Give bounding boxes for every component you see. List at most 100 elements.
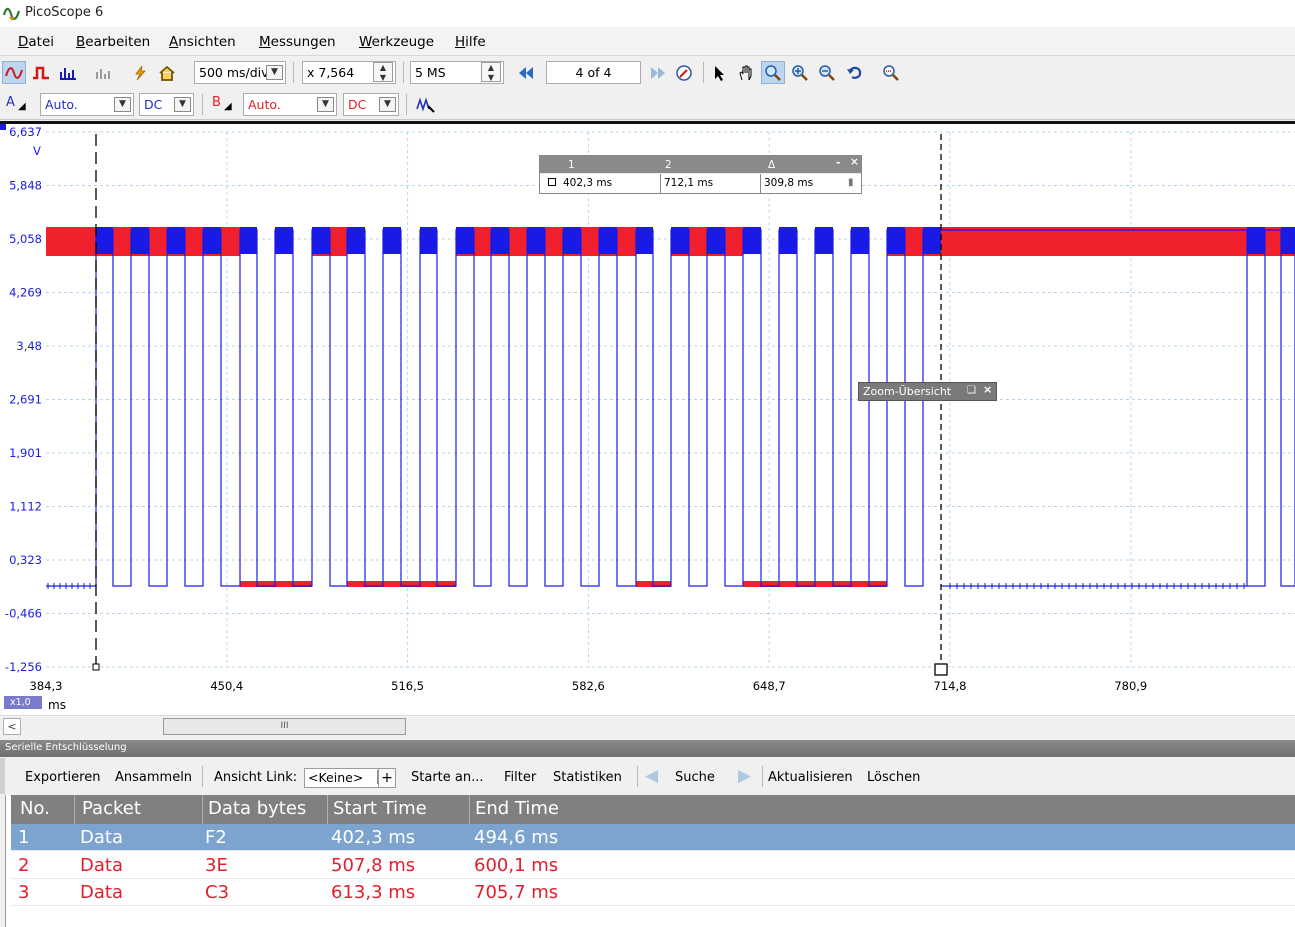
refresh-button[interactable]: Aktualisieren [768, 770, 853, 785]
y-tick-label: 3,48 [16, 339, 42, 353]
channel-options-icon[interactable] [414, 93, 438, 116]
channel-a-range-select[interactable]: Auto. ▼ [40, 93, 134, 116]
channel-b-coupling-select[interactable]: DC ▼ [343, 93, 399, 116]
add-link-button[interactable]: + [378, 768, 396, 788]
channel-a-block [347, 227, 365, 254]
x-zoom-badge[interactable]: x1,0 [4, 696, 42, 709]
samples-input[interactable]: 5 MS ▲ ▼ [410, 61, 504, 84]
search-prev-icon[interactable]: ◀ [645, 766, 658, 786]
spectrum-mode-icon[interactable] [56, 61, 80, 84]
menu-bearbeiten[interactable]: Bearbeiten [76, 34, 150, 50]
statistics-button[interactable]: Statistiken [553, 770, 622, 785]
clear-button[interactable]: Löschen [867, 770, 920, 785]
zoom-factor-input[interactable]: x 7,564 ▲ ▼ [302, 61, 396, 84]
decoder-table: No. Packet Data bytes Start Time End Tim… [5, 795, 1295, 927]
x-unit-label: ms [48, 698, 66, 712]
time-cursor-1-handle [92, 663, 100, 671]
menu-bar: Datei Bearbeiten Ansichten Messungen Wer… [0, 28, 1295, 56]
hand-tool-icon[interactable] [734, 61, 758, 84]
y-tick-label: 0,323 [9, 553, 42, 567]
start-at-button[interactable]: Starte an... [411, 770, 484, 785]
menu-ansichten[interactable]: Ansichten [169, 34, 236, 50]
channel-a-block [527, 227, 545, 254]
channel-b-probe-icon[interactable]: ◢ [224, 101, 232, 112]
y-tick-label: 4,269 [9, 286, 42, 300]
channel-a-trace [46, 229, 1295, 587]
scope-plot[interactable]: 6,637 5,848 5,058 4,269 3,48 2,691 1,901 1,112 0… [0, 124, 1295, 715]
new-view-icon[interactable] [92, 61, 116, 84]
scroll-left-icon[interactable]: < [3, 718, 21, 735]
persistence-mode-icon[interactable] [29, 61, 53, 84]
export-button[interactable]: Exportieren [25, 770, 100, 785]
scope-view[interactable]: 6,637 5,848 5,058 4,269 3,48 2,691 1,901 1,112 0… [0, 121, 1295, 715]
channel-a-probe-icon[interactable]: ◢ [18, 101, 26, 112]
col-header-start-time[interactable]: Start Time [333, 798, 427, 819]
search-next-icon[interactable]: ▶ [738, 766, 751, 786]
close-icon[interactable]: × [983, 383, 992, 396]
zoom-spinner[interactable]: ▲ ▼ [373, 62, 393, 82]
view-link-label: Ansicht Link: [214, 770, 298, 785]
scroll-thumb[interactable]: III [163, 718, 406, 735]
channel-a-block [851, 227, 869, 254]
probe-icon[interactable] [128, 61, 152, 84]
menu-werkzeuge[interactable]: Werkzeuge [359, 34, 434, 50]
buffer-overview-icon[interactable] [672, 61, 696, 84]
col-header-no[interactable]: No. [20, 798, 50, 819]
channel-a-block [203, 227, 221, 254]
channel-a-block [671, 227, 689, 254]
close-icon[interactable]: × [850, 156, 859, 168]
y-tick-label: 1,112 [9, 500, 42, 514]
zoom-overview-icon[interactable] [879, 61, 903, 84]
timebase-select[interactable]: 500 ms/div ▼ [194, 61, 286, 84]
channel-b-range-select[interactable]: Auto. ▼ [243, 93, 337, 116]
x-tick-label: 516,5 [391, 679, 424, 693]
zoom-tool-icon[interactable] [761, 61, 785, 84]
accumulate-button[interactable]: Ansammeln [115, 770, 192, 785]
channel-a-block [1281, 227, 1295, 254]
main-toolbar: 500 ms/div ▼ x 7,564 ▲ ▼ 5 MS ▲ ▼ 4 of 4 [0, 57, 1295, 88]
select-tool-icon[interactable] [707, 61, 731, 84]
table-header: No. Packet Data bytes Start Time End Tim… [11, 795, 1295, 824]
scope-mode-icon[interactable] [2, 61, 26, 84]
menu-messungen[interactable]: Messungen [259, 34, 336, 50]
channel-a-coupling-select[interactable]: DC ▼ [139, 93, 194, 116]
window-title: PicoScope 6 [25, 5, 104, 20]
col-header-packet[interactable]: Packet [82, 798, 141, 819]
restore-icon[interactable]: ❏ [967, 385, 976, 396]
channel-a-block [563, 227, 581, 254]
undo-zoom-icon[interactable] [843, 61, 867, 84]
x-tick-label: 450,4 [210, 679, 243, 693]
buffer-next-icon[interactable] [646, 61, 670, 84]
channel-toolbar: A ◢ Auto. ▼ DC ▼ B ◢ Auto. ▼ DC ▼ [0, 89, 1295, 120]
table-row[interactable]: 2 Data 3E 507,8 ms 600,1 ms [11, 852, 1295, 879]
col-header-data-bytes[interactable]: Data bytes [208, 798, 306, 819]
buffer-navigator[interactable]: 4 of 4 [546, 61, 641, 84]
zoom-overview-panel[interactable]: Zoom-Übersicht ❏ × [858, 382, 997, 401]
table-row[interactable]: 3 Data C3 613,3 ms 705,7 ms [11, 879, 1295, 906]
col-header-end-time[interactable]: End Time [475, 798, 559, 819]
filter-button[interactable]: Filter [504, 770, 536, 785]
minimize-icon[interactable]: - [836, 157, 840, 169]
title-bar: PicoScope 6 [0, 0, 1295, 27]
channel-a-block [131, 227, 149, 254]
horizontal-scrollbar[interactable]: < III [0, 715, 1295, 736]
cursor-measurement-table[interactable]: 1 2 Δ - × 402,3 ms 712,1 ms 309,8 ms ▮ [539, 155, 862, 194]
zoom-in-icon[interactable] [788, 61, 812, 84]
table-row[interactable]: 1 Data F2 402,3 ms 494,6 ms [11, 824, 1295, 851]
buffer-prev-icon[interactable] [514, 61, 538, 84]
channel-a-block [815, 227, 833, 254]
channel-a-block [599, 227, 617, 254]
channel-a-block [167, 227, 185, 254]
zoom-out-icon[interactable] [815, 61, 839, 84]
lock-icon[interactable]: ▮ [848, 177, 854, 188]
channel-a-block [275, 227, 293, 254]
channel-a-block [636, 227, 653, 254]
search-button[interactable]: Suche [675, 770, 715, 785]
y-tick-label: 1,901 [9, 446, 42, 460]
menu-datei[interactable]: Datei [18, 34, 54, 50]
x-tick-label: 714,8 [934, 679, 967, 693]
samples-spinner[interactable]: ▲ ▼ [481, 62, 501, 82]
home-icon[interactable] [155, 61, 179, 84]
cursor-square-icon [548, 178, 556, 186]
menu-hilfe[interactable]: Hilfe [455, 34, 486, 50]
